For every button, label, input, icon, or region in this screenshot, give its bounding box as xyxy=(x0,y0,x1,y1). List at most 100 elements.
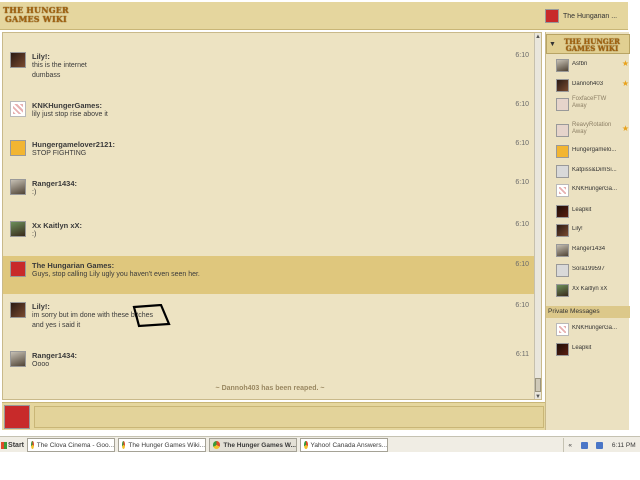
clock[interactable]: 6:11 PM xyxy=(612,442,636,449)
scribble-mark xyxy=(132,304,171,328)
system-message: ~ Dannoh403 has been reaped. ~ xyxy=(215,385,325,392)
user-name: Leapkit xyxy=(572,207,592,213)
chat-message: Lily!: im sorry but im done with these bi… xyxy=(3,297,537,342)
message-time: 6:11 xyxy=(515,351,529,358)
user-list-item[interactable]: Katpiss&DimSi... xyxy=(556,162,630,182)
message-avatar[interactable] xyxy=(10,351,26,367)
message-input[interactable] xyxy=(34,406,544,428)
scroll-up-icon[interactable]: ▲ xyxy=(535,33,541,41)
user-avatar xyxy=(556,224,569,237)
user-avatar xyxy=(556,124,569,137)
message-author[interactable]: Ranger1434: xyxy=(32,351,77,360)
user-list-item[interactable]: Hungergamelo... xyxy=(556,142,630,162)
private-message-item[interactable]: Leapkit xyxy=(556,340,630,360)
user-list-item[interactable]: Asfbn ★ xyxy=(556,56,630,76)
chat-message: KNKHungerGames: lily just stop rise above… xyxy=(3,96,537,133)
user-name: Katpiss&DimSi... xyxy=(572,167,617,173)
user-avatar xyxy=(556,79,569,92)
user-list-item[interactable]: Sora199597 xyxy=(556,261,630,281)
admin-star-icon: ★ xyxy=(621,79,629,88)
taskbar-window-button[interactable]: The Clova Cinema - Goo... xyxy=(27,438,115,452)
message-author[interactable]: Lily!: xyxy=(32,302,50,311)
message-text: this is the internet xyxy=(32,62,87,69)
wiki-logo[interactable]: THE HUNGER GAMES WIKI xyxy=(3,6,69,26)
message-author[interactable]: The Hungarian Games: xyxy=(32,261,114,270)
user-list-item[interactable]: Ranger1434 xyxy=(556,241,630,261)
admin-star-icon: ★ xyxy=(621,59,629,68)
user-avatar xyxy=(556,205,569,218)
user-avatar xyxy=(556,343,569,356)
user-name: Dannoh403 xyxy=(572,81,604,87)
tray-expand-icon[interactable]: « xyxy=(568,442,572,449)
message-text: :) xyxy=(32,189,37,196)
message-time: 6:10 xyxy=(515,302,529,309)
header-user-name: The Hungarian ... xyxy=(563,12,618,20)
system-tray: « 6:11 PM xyxy=(563,438,640,452)
taskbar-window-button[interactable]: The Hunger Games Wiki... xyxy=(118,438,206,452)
taskbar-window-button[interactable]: The Hunger Games W... xyxy=(209,438,297,452)
message-avatar[interactable] xyxy=(10,52,26,68)
user-name: Asfbn xyxy=(572,61,588,67)
header-user[interactable]: The Hungarian ... xyxy=(545,7,629,25)
message-time: 6:10 xyxy=(515,101,529,108)
message-author[interactable]: Lily!: xyxy=(32,52,50,61)
network-icon[interactable] xyxy=(580,441,588,449)
message-avatar[interactable] xyxy=(10,302,26,318)
message-time: 6:10 xyxy=(515,261,529,268)
user-name: KNKHungerGa... xyxy=(572,325,618,331)
private-messages-header: Private Messages xyxy=(546,306,630,318)
taskbar-window-label: The Hunger Games Wiki... xyxy=(128,441,205,449)
user-list-panel: ▼ THE HUNGER GAMES WIKI Asfbn ★ Dannoh403 ★… xyxy=(545,32,630,430)
chat-message: Hungergamelover2121: STOP FIGHTING 6:10 xyxy=(3,135,537,172)
user-list-item[interactable]: KNKHungerGa... xyxy=(556,181,630,201)
message-avatar[interactable] xyxy=(10,140,26,156)
chat-message: Xx Kaitlyn xX::) 6:10 xyxy=(3,216,537,256)
message-author[interactable]: KNKHungerGames: xyxy=(32,101,102,110)
taskbar: Start The Clova Cinema - Goo... The Hunge… xyxy=(0,436,640,452)
message-avatar[interactable] xyxy=(10,179,26,195)
user-list-item[interactable]: Xx Kaitlyn xX xyxy=(556,281,630,301)
user-avatar xyxy=(556,98,569,111)
message-avatar[interactable] xyxy=(10,101,26,117)
wiki-logo-small: THE HUNGER GAMES WIKI xyxy=(564,37,620,53)
chat-log: Lily!: this is the internet dumbass 6:10 KNK… xyxy=(2,32,542,400)
taskbar-window-button[interactable]: Yahoo! Canada Answers... xyxy=(300,438,388,452)
user-name: Hungergamelo... xyxy=(572,147,617,153)
user-name: Sora199597 xyxy=(572,266,605,272)
user-list-item[interactable]: Lily! xyxy=(556,221,630,241)
user-name: KNKHungerGa... xyxy=(572,186,618,192)
message-time: 6:10 xyxy=(515,221,529,228)
volume-icon[interactable] xyxy=(596,441,604,449)
message-avatar[interactable] xyxy=(10,261,26,277)
message-time: 6:10 xyxy=(515,52,529,59)
scroll-down-icon[interactable]: ▼ xyxy=(535,393,541,399)
user-avatar[interactable] xyxy=(545,9,559,23)
user-name: Lily! xyxy=(572,226,583,232)
wiki-header[interactable]: ▼ THE HUNGER GAMES WIKI xyxy=(546,34,630,54)
chat-message: Ranger1434::) 6:10 xyxy=(3,174,537,214)
scroll-thumb[interactable] xyxy=(535,378,541,392)
message-author[interactable]: Xx Kaitlyn xX: xyxy=(32,221,82,230)
input-bar xyxy=(2,402,545,430)
chat-header: THE HUNGER GAMES WIKI The Hungarian ... xyxy=(0,2,628,30)
user-list-item[interactable]: Leapkit xyxy=(556,202,630,222)
user-list-item[interactable]: ReavyRotation Away ★ xyxy=(556,121,630,141)
user-list-item[interactable]: FoxfaceFTW Away xyxy=(556,95,630,115)
message-author[interactable]: Ranger1434: xyxy=(32,179,77,188)
message-author[interactable]: Hungergamelover2121: xyxy=(32,140,115,149)
start-label: Start xyxy=(8,441,24,449)
taskbar-window-label: The Hunger Games W... xyxy=(223,441,296,449)
user-avatar xyxy=(556,165,569,178)
message-text: dumbass xyxy=(32,72,61,79)
collapse-arrow-icon[interactable]: ▼ xyxy=(549,41,556,48)
message-avatar[interactable] xyxy=(10,221,26,237)
start-button[interactable]: Start xyxy=(1,438,24,452)
message-text: :) xyxy=(32,231,37,238)
chrome-icon xyxy=(213,441,221,449)
message-text: and yes i said it xyxy=(32,322,81,329)
private-message-item[interactable]: KNKHungerGa... xyxy=(556,320,630,340)
taskbar-window-label: Yahoo! Canada Answers... xyxy=(310,441,387,449)
chat-scrollbar[interactable]: ▲ ▼ xyxy=(534,33,541,399)
user-list-item[interactable]: Dannoh403 ★ xyxy=(556,76,630,96)
user-avatar xyxy=(556,323,569,336)
